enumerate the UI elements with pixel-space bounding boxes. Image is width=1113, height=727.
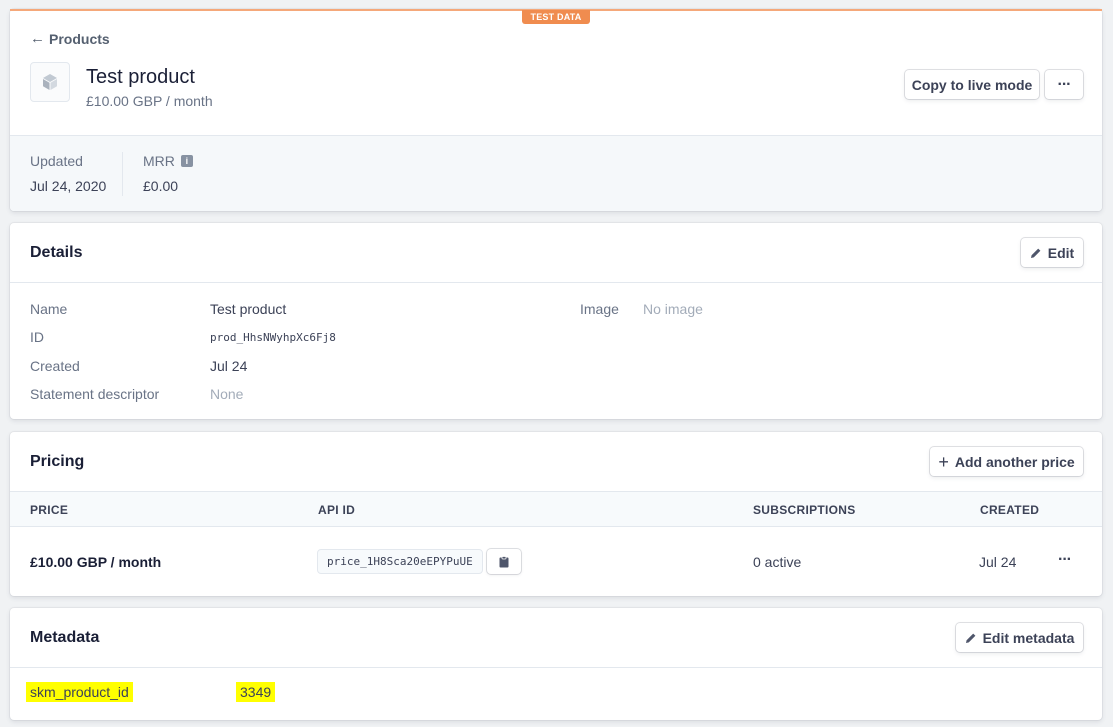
statement-descriptor-value: None	[210, 386, 244, 402]
arrow-left-icon: ←	[30, 30, 45, 47]
metadata-value-text: 3349	[236, 682, 276, 702]
edit-metadata-button[interactable]: Edit metadata	[956, 623, 1083, 652]
product-price-summary: £10.00 GBP / month	[86, 93, 213, 109]
copy-api-id-button[interactable]	[487, 549, 521, 574]
product-box-icon	[30, 62, 70, 102]
api-id-chip[interactable]: price_1H8Sca20eEPYPuUE	[317, 549, 483, 574]
details-card: Details Edit Name Test product Image No …	[10, 223, 1102, 419]
pricing-title: Pricing	[30, 453, 85, 470]
add-price-label: Add another price	[954, 453, 1075, 470]
plus-icon: +	[938, 451, 949, 472]
image-label: Image	[580, 301, 619, 317]
summary-stats: Updated Jul 24, 2020 MRR i £0.00	[10, 135, 1102, 211]
more-dots-icon: ···	[1057, 75, 1072, 93]
id-label: ID	[30, 329, 44, 345]
pricing-card: Pricing + Add another price PRICE API ID…	[10, 432, 1102, 596]
edit-details-button[interactable]: Edit	[1021, 238, 1083, 267]
subscriptions-cell: 0 active	[753, 554, 802, 570]
metadata-card: Metadata Edit metadata skm_product_id 33…	[10, 608, 1102, 720]
page-title: Test product	[86, 66, 195, 88]
test-data-badge: TEST DATA	[522, 10, 590, 24]
product-header-card: ← Products Test product £10.00 GBP / mon…	[10, 9, 1102, 211]
created-label: Created	[30, 358, 80, 374]
clipboard-icon	[499, 555, 509, 567]
pencil-icon	[965, 633, 975, 643]
created-cell: Jul 24	[979, 554, 1017, 570]
price-cell: £10.00 GBP / month	[30, 554, 162, 570]
name-value: Test product	[210, 301, 287, 317]
info-icon[interactable]: i	[180, 155, 193, 167]
pricing-table-header: PRICE API ID SUBSCRIPTIONS CREATED	[10, 491, 1102, 527]
updated-label: Updated	[30, 153, 83, 169]
statement-descriptor-label: Statement descriptor	[30, 386, 160, 402]
details-divider	[10, 282, 1102, 283]
product-id-value[interactable]: prod_HhsNWyhpXc6Fj8	[210, 331, 336, 344]
edit-metadata-label: Edit metadata	[982, 629, 1075, 646]
copy-to-live-mode-button[interactable]: Copy to live mode	[905, 70, 1039, 99]
metadata-divider	[10, 667, 1102, 668]
image-value: No image	[643, 301, 703, 317]
mrr-value: £0.00	[143, 178, 179, 194]
mrr-label-group: MRR i	[143, 153, 193, 169]
back-link-label: Products	[49, 30, 110, 47]
pencil-icon	[1030, 248, 1041, 258]
column-header-created: CREATED	[980, 503, 1040, 517]
metadata-key: skm_product_id	[26, 682, 133, 702]
name-label: Name	[30, 301, 68, 317]
row-more-icon[interactable]: ···	[1058, 551, 1072, 569]
add-another-price-button[interactable]: + Add another price	[930, 447, 1083, 476]
metadata-value: 3349	[236, 682, 276, 702]
more-actions-button[interactable]: ···	[1045, 70, 1083, 99]
back-to-products-link[interactable]: ← Products	[30, 30, 110, 47]
metadata-key-text: skm_product_id	[26, 682, 133, 702]
edit-label: Edit	[1047, 244, 1075, 261]
column-header-price: PRICE	[30, 503, 69, 517]
updated-value: Jul 24, 2020	[30, 178, 107, 194]
mrr-label: MRR	[143, 153, 175, 169]
column-header-subscriptions: SUBSCRIPTIONS	[753, 503, 856, 517]
column-header-api-id: API ID	[318, 503, 356, 517]
created-value: Jul 24	[210, 358, 248, 374]
details-title: Details	[30, 244, 83, 261]
metadata-title: Metadata	[30, 629, 100, 646]
stats-divider	[122, 152, 123, 196]
